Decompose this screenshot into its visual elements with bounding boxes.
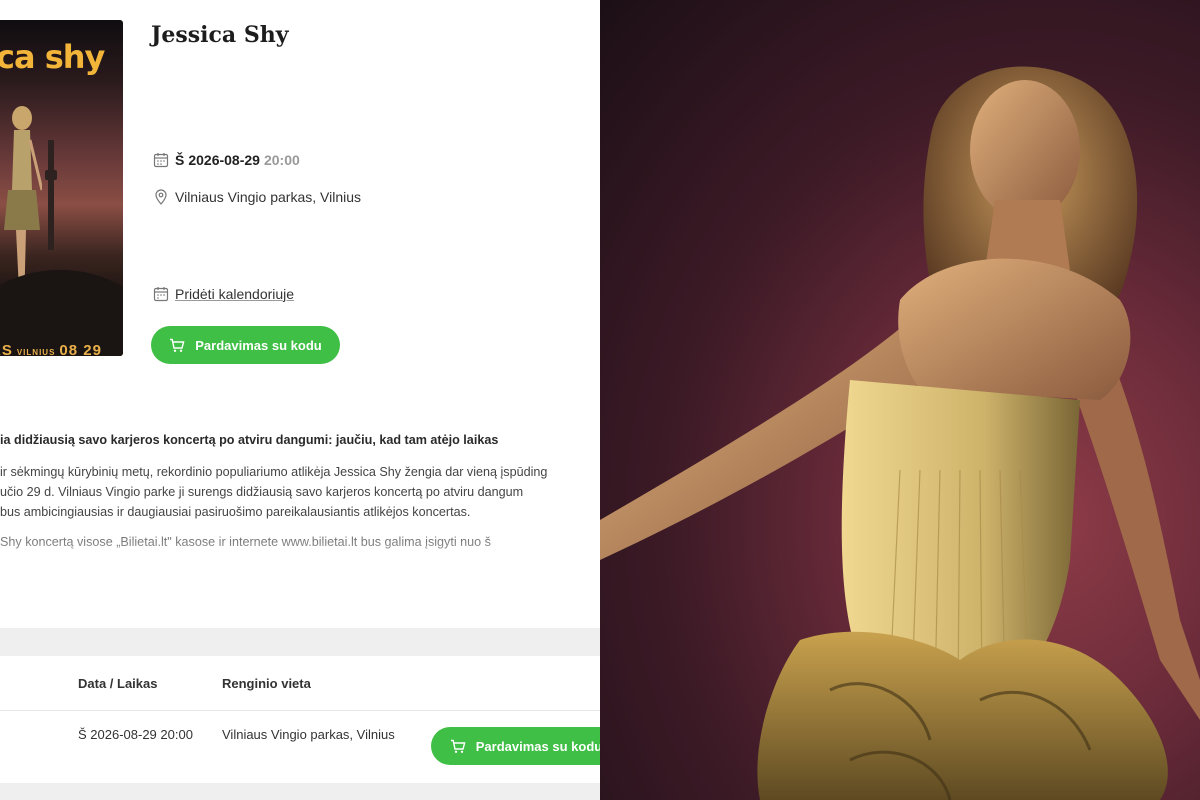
event-title: Jessica Shy [151,22,289,48]
poster-bottom-text: ASVILNIUS08 29 [0,342,102,356]
event-description: ia didžiausią savo karjeros koncertą po … [0,430,600,552]
poster-tv-tower [45,140,57,250]
cart-icon [170,338,185,352]
table-cell-datetime: Š 2026-08-29 20:00 [78,727,193,742]
calendar-icon [152,151,169,168]
column-header-venue: Renginio vieta [222,676,311,691]
artist-photo [600,0,1200,800]
description-line: učio 29 d. Vilniaus Vingio parke ji sure… [0,485,524,499]
event-time: 20:00 [263,151,300,168]
event-day: Š [175,151,185,168]
description-fade [0,540,600,580]
ticket-page: ca shy ASVILNIUS08 29 Jessica Shy Š 2026… [0,0,600,800]
calendar-add-icon [152,285,169,302]
add-to-calendar-row[interactable]: Pridėti kalendoriuje [152,285,294,302]
description-lead: ia didžiausią savo karjeros koncertą po … [0,433,499,447]
column-header-datetime: Data / Laikas [78,676,158,691]
table-divider [0,710,600,711]
event-date: 2026-08-29 [188,151,260,168]
event-venue-row: Vilniaus Vingio parkas, Vilnius [152,188,361,205]
description-line: ir sėkmingų kūrybinių metų, rekordinio p… [0,465,548,479]
add-to-calendar-link[interactable]: Pridėti kalendoriuje [175,286,294,302]
description-line: bus ambicingiausias ir daugiausiai pasir… [0,505,471,519]
row-buy-with-code-button[interactable]: Pardavimas su kodu [431,727,600,765]
cart-icon [450,739,466,753]
table-cell-venue: Vilniaus Vingio parkas, Vilnius [222,727,395,742]
artist-figure [600,66,1200,800]
row-buy-button-label: Pardavimas su kodu [475,738,600,754]
event-date-row: Š 2026-08-29 20:00 [152,151,300,168]
event-poster[interactable]: ca shy ASVILNIUS08 29 [0,20,123,356]
event-venue[interactable]: Vilniaus Vingio parkas, Vilnius [175,189,361,205]
location-pin-icon [152,188,169,205]
buy-with-code-button[interactable]: Pardavimas su kodu [151,326,340,364]
buy-button-label: Pardavimas su kodu [195,337,322,353]
poster-title: ca shy [0,38,105,76]
